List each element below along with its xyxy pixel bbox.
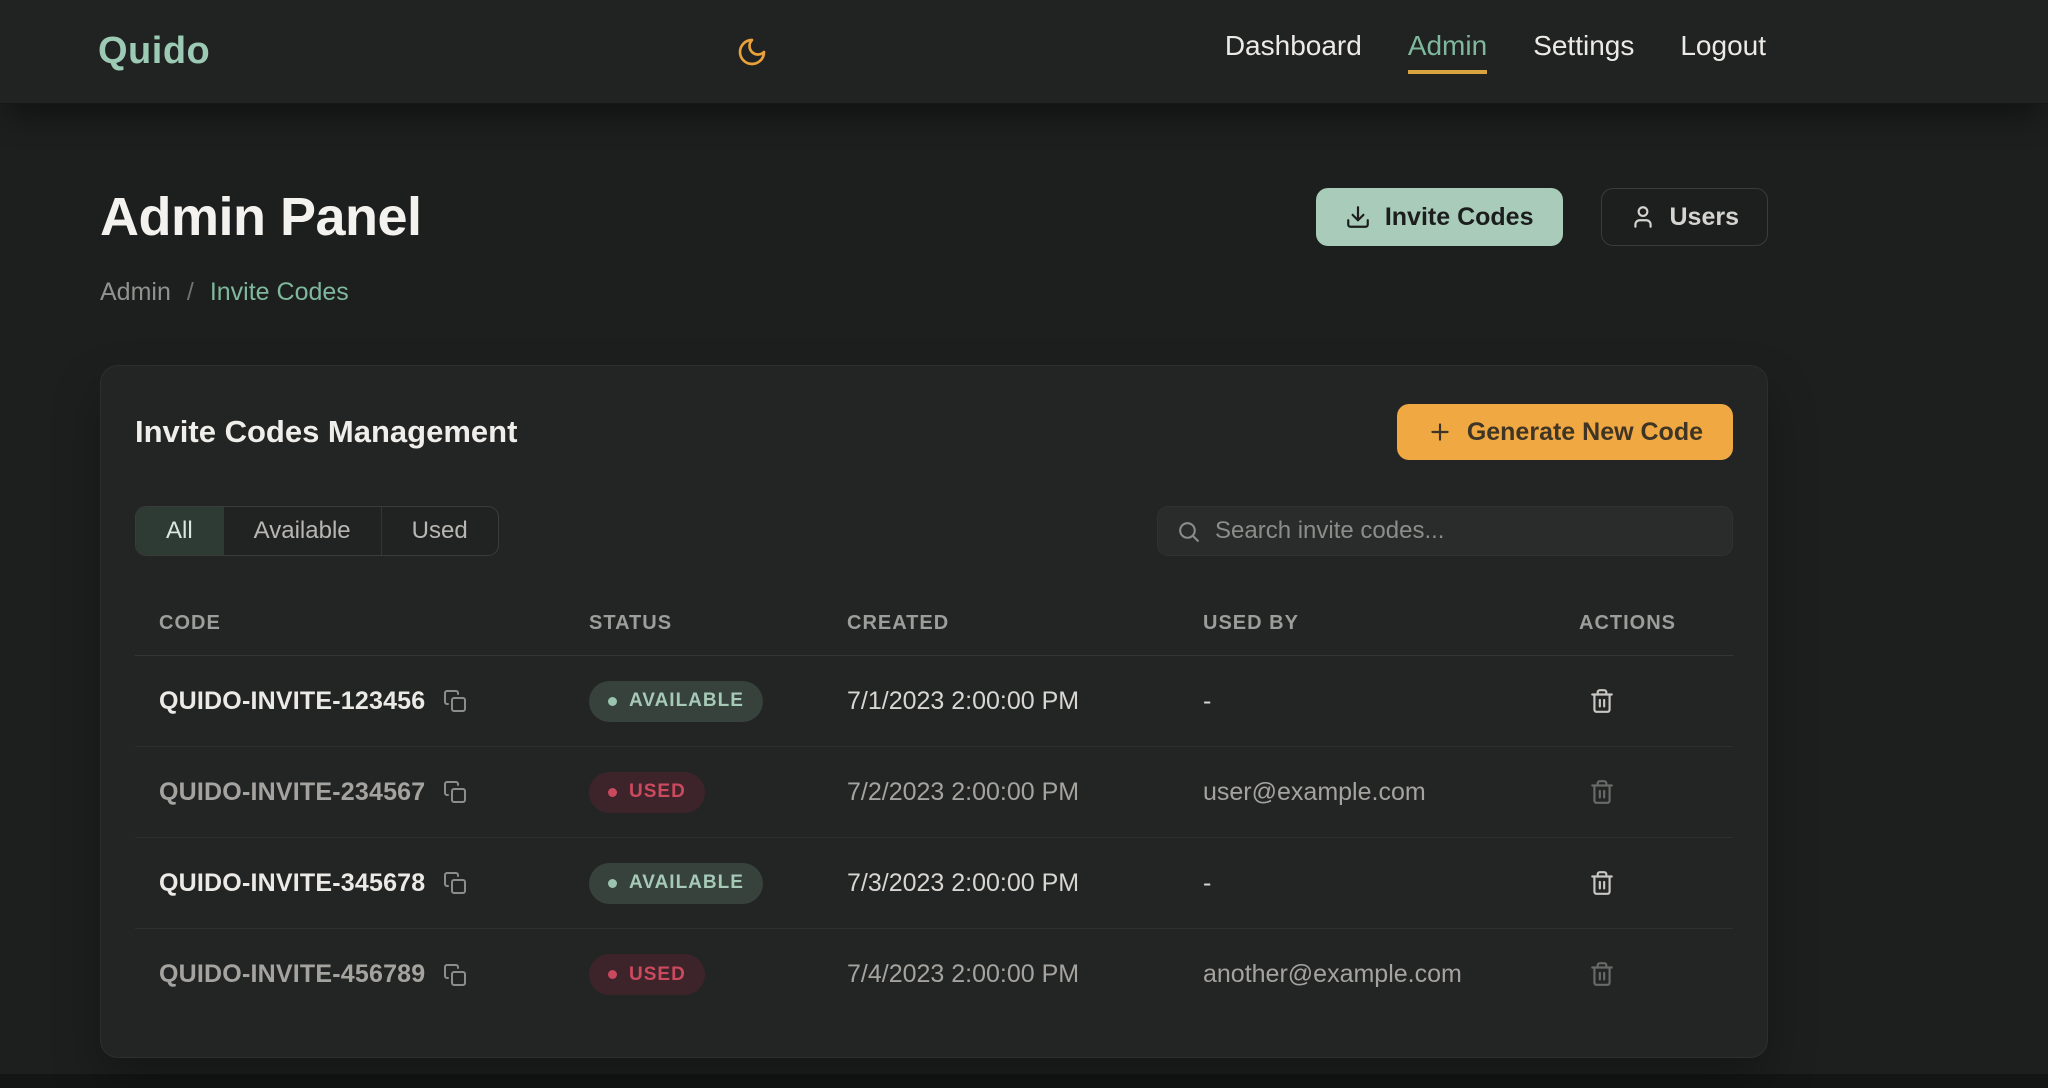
invite-codes-card: Invite Codes Management Generate New Cod… <box>100 365 1768 1058</box>
trash-icon <box>1589 779 1615 805</box>
used-by-cell: - <box>1203 687 1579 716</box>
breadcrumb-separator: / <box>187 278 194 307</box>
created-cell: 7/2/2023 2:00:00 PM <box>847 778 1203 807</box>
theme-toggle-button[interactable] <box>730 30 774 74</box>
column-header-actions: ACTIONS <box>1579 612 1733 635</box>
delete-code-button-disabled <box>1585 957 1619 991</box>
invite-codes-table: CODE STATUS CREATED USED BY ACTIONS QUID… <box>135 592 1733 1020</box>
nav-links: Dashboard Admin Settings Logout <box>1225 30 1766 74</box>
breadcrumb: Admin / Invite Codes <box>100 278 1768 307</box>
copy-code-button[interactable] <box>441 961 469 989</box>
table-row: QUIDO-INVITE-345678 AVAILABLE 7/3/2023 2… <box>135 838 1733 929</box>
created-cell: 7/4/2023 2:00:00 PM <box>847 960 1203 989</box>
actions-cell <box>1579 866 1733 901</box>
status-dot <box>608 970 617 979</box>
view-switch-buttons: Invite Codes Users <box>1316 188 1768 246</box>
top-navbar: Quido Dashboard Admin Settings Logout <box>0 0 2048 104</box>
created-cell: 7/1/2023 2:00:00 PM <box>847 687 1203 716</box>
nav-link-admin[interactable]: Admin <box>1408 30 1487 74</box>
nav-link-logout[interactable]: Logout <box>1680 30 1766 74</box>
status-cell: AVAILABLE <box>589 863 847 904</box>
copy-code-button[interactable] <box>441 869 469 897</box>
card-toolbar: All Available Used <box>135 506 1733 556</box>
status-label: AVAILABLE <box>629 690 744 712</box>
actions-cell <box>1579 684 1733 719</box>
breadcrumb-current: Invite Codes <box>210 278 349 307</box>
page-header: Admin Panel Invite Codes Users <box>100 186 1768 248</box>
status-label: AVAILABLE <box>629 872 744 894</box>
nav-link-settings[interactable]: Settings <box>1533 30 1634 74</box>
code-cell: QUIDO-INVITE-234567 <box>159 778 589 807</box>
status-cell: USED <box>589 954 847 995</box>
actions-cell <box>1579 775 1733 810</box>
status-badge: USED <box>589 954 705 995</box>
table-header-row: CODE STATUS CREATED USED BY ACTIONS <box>135 592 1733 656</box>
trash-icon <box>1589 961 1615 987</box>
column-header-used-by: USED BY <box>1203 612 1579 635</box>
card-header: Invite Codes Management Generate New Cod… <box>135 404 1733 460</box>
user-icon <box>1630 204 1656 230</box>
nav-link-dashboard[interactable]: Dashboard <box>1225 30 1362 74</box>
column-header-status: STATUS <box>589 612 847 635</box>
search-box <box>1157 506 1733 556</box>
filter-used-button[interactable]: Used <box>382 507 498 555</box>
used-by-cell: user@example.com <box>1203 778 1579 807</box>
status-badge: USED <box>589 772 705 813</box>
navbar-inner: Quido Dashboard Admin Settings Logout <box>98 0 1766 103</box>
copy-code-button[interactable] <box>441 778 469 806</box>
invite-code-value: QUIDO-INVITE-456789 <box>159 960 425 989</box>
trash-icon <box>1589 870 1615 896</box>
status-dot <box>608 879 617 888</box>
filter-available-button[interactable]: Available <box>224 507 382 555</box>
delete-code-button-disabled <box>1585 775 1619 809</box>
code-cell: QUIDO-INVITE-123456 <box>159 687 589 716</box>
column-header-code: CODE <box>159 612 589 635</box>
status-cell: USED <box>589 772 847 813</box>
status-cell: AVAILABLE <box>589 681 847 722</box>
moon-icon <box>736 36 768 68</box>
generate-new-code-button[interactable]: Generate New Code <box>1397 404 1733 460</box>
table-row: QUIDO-INVITE-123456 AVAILABLE 7/1/2023 2… <box>135 656 1733 747</box>
viewport-bottom-edge <box>0 1074 2048 1088</box>
status-dot <box>608 697 617 706</box>
users-view-button[interactable]: Users <box>1601 188 1769 246</box>
used-by-cell: another@example.com <box>1203 960 1579 989</box>
search-input[interactable] <box>1215 517 1714 545</box>
code-cell: QUIDO-INVITE-456789 <box>159 960 589 989</box>
table-row: QUIDO-INVITE-234567 USED 7/2/2023 2:00:0… <box>135 747 1733 838</box>
invite-codes-view-label: Invite Codes <box>1385 203 1534 232</box>
status-filter-group: All Available Used <box>135 506 499 556</box>
status-badge: AVAILABLE <box>589 863 763 904</box>
table-row: QUIDO-INVITE-456789 USED 7/4/2023 2:00:0… <box>135 929 1733 1020</box>
generate-new-code-label: Generate New Code <box>1467 418 1703 447</box>
filter-all-button[interactable]: All <box>136 507 224 555</box>
created-cell: 7/3/2023 2:00:00 PM <box>847 869 1203 898</box>
column-header-created: CREATED <box>847 612 1203 635</box>
plus-icon <box>1427 419 1453 445</box>
status-label: USED <box>629 781 686 803</box>
invite-codes-view-button[interactable]: Invite Codes <box>1316 188 1563 246</box>
copy-code-button[interactable] <box>441 687 469 715</box>
main-content: Admin Panel Invite Codes Users Admin / I… <box>100 104 1768 1058</box>
delete-code-button[interactable] <box>1585 684 1619 718</box>
status-label: USED <box>629 964 686 986</box>
search-icon <box>1176 519 1201 544</box>
status-badge: AVAILABLE <box>589 681 763 722</box>
invite-code-value: QUIDO-INVITE-345678 <box>159 869 425 898</box>
page-title: Admin Panel <box>100 186 422 248</box>
used-by-cell: - <box>1203 869 1579 898</box>
code-cell: QUIDO-INVITE-345678 <box>159 869 589 898</box>
download-icon <box>1345 204 1371 230</box>
breadcrumb-admin-link[interactable]: Admin <box>100 278 171 307</box>
invite-code-value: QUIDO-INVITE-234567 <box>159 778 425 807</box>
trash-icon <box>1589 688 1615 714</box>
invite-code-value: QUIDO-INVITE-123456 <box>159 687 425 716</box>
card-title: Invite Codes Management <box>135 414 517 450</box>
brand-logo[interactable]: Quido <box>98 30 210 73</box>
delete-code-button[interactable] <box>1585 866 1619 900</box>
actions-cell <box>1579 957 1733 992</box>
status-dot <box>608 788 617 797</box>
users-view-label: Users <box>1670 203 1740 232</box>
